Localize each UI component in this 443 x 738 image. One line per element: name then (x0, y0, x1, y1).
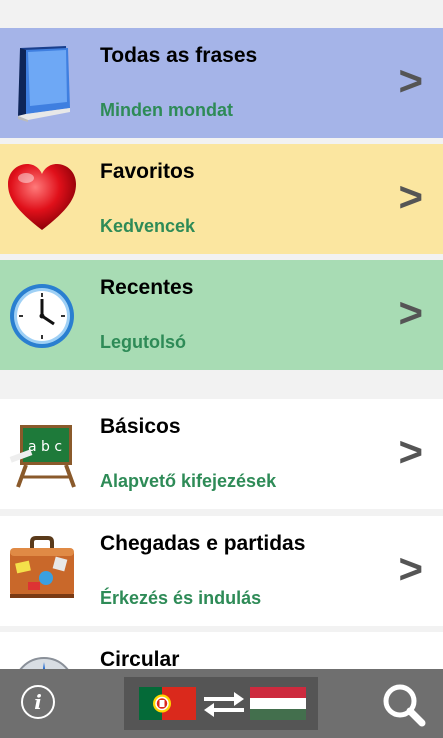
section-title: Favoritos (100, 160, 195, 183)
chevron-right-icon: > (398, 545, 423, 592)
chalkboard-icon: a b c (6, 411, 78, 495)
section-subtitle: Kedvencek (100, 216, 196, 236)
chevron-right-icon: > (398, 428, 423, 475)
hungary-flag-icon (250, 687, 306, 720)
category-title: Chegadas e partidas (100, 532, 306, 555)
chevron-right-icon: > (398, 57, 423, 104)
search-icon[interactable] (380, 681, 426, 727)
section-subtitle: Legutolsó (100, 332, 186, 352)
info-icon[interactable]: i (21, 685, 55, 719)
category-arrivals-departures[interactable]: Chegadas e partidas Érkezés és indulás > (0, 516, 443, 626)
category-title: Básicos (100, 415, 181, 438)
section-favorites[interactable]: Favoritos Kedvencek > (0, 144, 443, 254)
section-all-phrases[interactable]: Todas as frases Minden mondat > (0, 28, 443, 138)
language-swap-icon (204, 692, 244, 717)
language-switch-button[interactable] (124, 677, 318, 730)
clock-icon (6, 272, 78, 356)
portugal-flag-icon (139, 687, 196, 720)
category-title: Circular (100, 648, 180, 669)
book-icon (6, 40, 78, 124)
chevron-right-icon: > (398, 173, 423, 220)
section-title: Todas as frases (100, 44, 258, 67)
phrase-category-list: Todas as frases Minden mondat > Favorito… (0, 0, 443, 669)
category-subtitle: Alapvető kifejezések (100, 471, 277, 491)
category-subtitle: Érkezés és indulás (100, 588, 262, 608)
heart-icon (6, 156, 78, 240)
bottom-toolbar: i (0, 669, 443, 738)
section-title: Recentes (100, 276, 194, 299)
category-circular[interactable]: Circular (0, 632, 443, 669)
category-basics[interactable]: a b c Básicos Alapvető kifejezések > (0, 399, 443, 509)
section-recent[interactable]: Recentes Legutolsó > (0, 260, 443, 370)
svg-text:a b c: a b c (28, 439, 62, 455)
app-screen: Todas as frases Minden mondat > Favorito… (0, 0, 443, 738)
compass-icon (6, 644, 78, 669)
section-subtitle: Minden mondat (100, 100, 233, 120)
suitcase-icon (6, 528, 78, 612)
chevron-right-icon: > (398, 289, 423, 336)
